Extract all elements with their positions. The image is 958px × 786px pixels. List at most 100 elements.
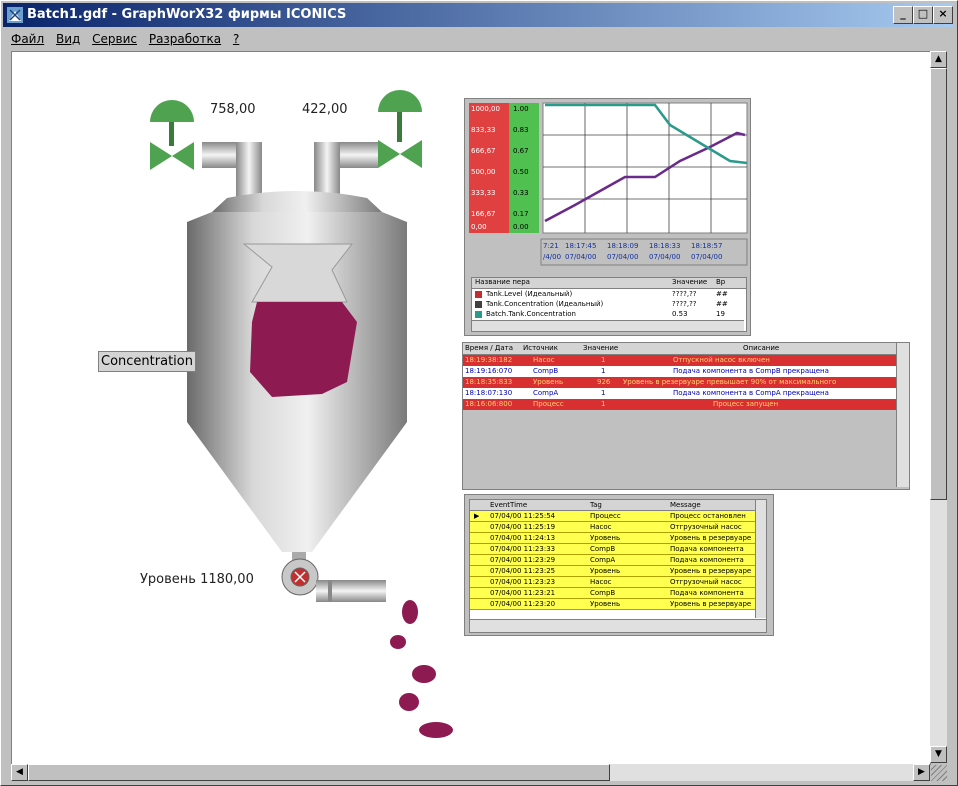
- event-row[interactable]: 07/04/00 11:23:21 CompB Подача компонент…: [470, 588, 766, 599]
- alarm-source: CompA: [533, 389, 559, 397]
- alarm-header-value[interactable]: Значение: [583, 343, 618, 354]
- scroll-right-icon[interactable]: ▶: [913, 764, 930, 781]
- concentration-label[interactable]: Concentration: [98, 351, 196, 372]
- event-row[interactable]: 07/04/00 11:24:13 Уровень Уровень в резе…: [470, 533, 766, 544]
- valve-left-icon[interactable]: [150, 100, 194, 170]
- event-grid[interactable]: EventTime Tag Message ▶ 07/04/00 11:25:5…: [469, 499, 767, 633]
- right-axis-tick: 1.00: [513, 105, 529, 113]
- event-time: 07/04/00 11:24:13: [490, 534, 556, 542]
- event-time: 07/04/00 11:23:33: [490, 545, 556, 553]
- legend-row[interactable]: Tank.Level (Идеальный) ????,?? ##: [472, 289, 746, 299]
- menu-help[interactable]: ?: [233, 32, 239, 46]
- left-axis-tick: 833,33: [471, 126, 496, 134]
- event-header-message[interactable]: Message: [670, 500, 701, 510]
- legend-header-name[interactable]: Название пера: [475, 278, 530, 286]
- left-axis-tick: 666,67: [471, 147, 496, 155]
- pen-legend-table[interactable]: Название пера Значение Вр Tank.Level (Ид…: [471, 277, 747, 332]
- right-axis-tick: 0.50: [513, 168, 529, 176]
- right-axis-tick: 0.17: [513, 210, 529, 218]
- event-tag: Процесс: [590, 512, 621, 520]
- scroll-down-icon[interactable]: ▼: [930, 746, 947, 763]
- alarm-row[interactable]: 18:18:07:130 CompA 1 Подача компонента в…: [463, 388, 909, 399]
- alarm-time: 18:18:35:833: [465, 378, 513, 386]
- event-row[interactable]: ▶ 07/04/00 11:25:54 Процесс Процесс оста…: [470, 511, 766, 522]
- scroll-left-icon[interactable]: ◀: [11, 764, 28, 781]
- alarm-row[interactable]: 18:16:06:800 Процесс 1 Процесс запущен: [463, 399, 909, 410]
- title-bar[interactable]: Batch1.gdf - GraphWorX32 фирмы ICONICS _…: [3, 3, 953, 27]
- scroll-up-icon[interactable]: ▲: [930, 51, 947, 68]
- maximize-button[interactable]: □: [913, 6, 933, 24]
- pen-time: ##: [716, 300, 728, 308]
- event-tag: CompB: [590, 545, 616, 553]
- alarm-panel[interactable]: Время / Дата Источник Значение Описание …: [462, 342, 910, 490]
- event-row[interactable]: 07/04/00 11:23:33 CompB Подача компонент…: [470, 544, 766, 555]
- trend-panel[interactable]: 1000,00 833,33 666,67 500,00 333,33 166,…: [464, 98, 751, 336]
- event-time: 07/04/00 11:25:54: [490, 512, 556, 520]
- event-tag: Уровень: [590, 534, 621, 542]
- event-hscroll[interactable]: [470, 619, 766, 632]
- alarm-desc: Подача компонента в CompB прекращена: [673, 367, 829, 375]
- tank-lid: [187, 212, 407, 222]
- alarm-header-source[interactable]: Источник: [523, 343, 558, 354]
- pen-name: Tank.Concentration (Идеальный): [486, 300, 604, 308]
- alarm-source: Уровень: [533, 378, 564, 386]
- alarm-row[interactable]: 18:19:16:070 CompB 1 Подача компонента в…: [463, 366, 909, 377]
- event-time: 07/04/00 11:23:23: [490, 578, 556, 586]
- event-log-panel[interactable]: EventTime Tag Message ▶ 07/04/00 11:25:5…: [464, 494, 774, 636]
- legend-header-value[interactable]: Значение: [672, 278, 707, 286]
- minimize-button[interactable]: _: [893, 6, 913, 24]
- alarm-row[interactable]: 18:19:38:182 Насос 1 Отпускной насос вкл…: [463, 355, 909, 366]
- product-level-fill: [250, 302, 357, 397]
- event-time: 07/04/00 11:25:19: [490, 523, 556, 531]
- alarm-header: Время / Дата Источник Значение Описание: [463, 343, 909, 355]
- menu-file[interactable]: Файл: [11, 32, 44, 46]
- event-message: Уровень в резервуаре: [670, 534, 752, 542]
- alarm-header-desc[interactable]: Описание: [743, 343, 779, 354]
- event-tag: Насос: [590, 523, 612, 531]
- horizontal-scroll-thumb[interactable]: [28, 764, 610, 781]
- resize-grip-icon[interactable]: [931, 765, 947, 781]
- event-row[interactable]: 07/04/00 11:23:25 Уровень Уровень в резе…: [470, 566, 766, 577]
- alarm-value: 1: [601, 389, 606, 397]
- legend-row[interactable]: Tank.Concentration (Идеальный) ????,?? #…: [472, 299, 746, 309]
- legend-hscroll[interactable]: [472, 320, 744, 331]
- legend-row[interactable]: Batch.Tank.Concentration 0.53 19: [472, 309, 746, 319]
- event-header-time[interactable]: EventTime: [490, 500, 527, 510]
- valve-right-icon[interactable]: [378, 90, 422, 168]
- alarm-value: 1: [601, 400, 606, 408]
- right-axis-tick: 0.83: [513, 126, 529, 134]
- alarm-vscroll[interactable]: [896, 343, 909, 487]
- pen-time: ##: [716, 290, 728, 298]
- alarm-value: 926: [597, 378, 611, 386]
- event-row[interactable]: 07/04/00 11:23:23 Насос Отгрузочный насо…: [470, 577, 766, 588]
- event-tag: Уровень: [590, 567, 621, 575]
- event-vscroll[interactable]: [755, 500, 766, 618]
- left-axis-tick: 1000,00: [471, 105, 500, 113]
- right-axis-tick: 0.67: [513, 147, 529, 155]
- alarm-header-time[interactable]: Время / Дата: [465, 343, 513, 354]
- vertical-scroll-thumb[interactable]: [930, 68, 947, 500]
- event-message: Подача компонента: [670, 545, 744, 553]
- event-time: 07/04/00 11:23:21: [490, 589, 556, 597]
- menu-view[interactable]: Вид: [56, 32, 80, 46]
- event-row[interactable]: 07/04/00 11:23:29 CompA Подача компонент…: [470, 555, 766, 566]
- event-row[interactable]: 07/04/00 11:25:19 Насос Отгрузочный насо…: [470, 522, 766, 533]
- event-header-tag[interactable]: Tag: [590, 500, 602, 510]
- alarm-row[interactable]: 18:18:35:833 Уровень 926 Уровень в резер…: [463, 377, 909, 388]
- menu-development[interactable]: Разработка: [149, 32, 221, 46]
- date-label: 07/04/00: [691, 253, 723, 261]
- main-horizontal-scrollbar[interactable]: ◀ ▶: [11, 764, 930, 781]
- main-vertical-scrollbar[interactable]: ▲ ▼: [930, 51, 947, 763]
- event-message: Подача компонента: [670, 589, 744, 597]
- event-row[interactable]: 07/04/00 11:23:20 Уровень Уровень в резе…: [470, 599, 766, 610]
- time-label: 18:18:09: [607, 242, 639, 250]
- date-label: 07/04/00: [607, 253, 639, 261]
- canvas-area: 758,00 422,00 Concentration Уровень 1180…: [11, 51, 931, 765]
- legend-header-time[interactable]: Вр: [716, 278, 725, 286]
- event-tag: CompB: [590, 589, 616, 597]
- close-button[interactable]: ×: [933, 6, 953, 24]
- left-axis-tick: 166,67: [471, 210, 496, 218]
- alarm-time: 18:19:16:070: [465, 367, 513, 375]
- process-graphic: [150, 90, 453, 738]
- menu-service[interactable]: Сервис: [92, 32, 137, 46]
